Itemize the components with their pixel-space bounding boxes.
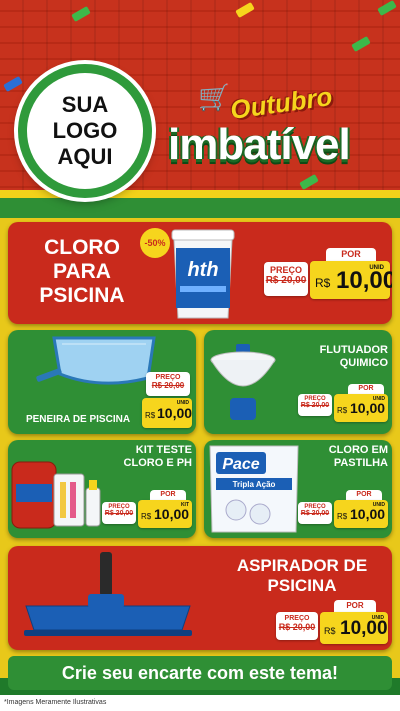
confetti-decoration	[71, 6, 91, 22]
old-price-box: PREÇO R$ 20,00	[298, 502, 332, 524]
new-price-box: R$ 10,00 UNID	[334, 394, 388, 422]
unit-label: UNID	[372, 502, 385, 508]
logo-text-line2: LOGO	[52, 118, 118, 143]
product-title: FLUTUADOR QUIMICO	[296, 344, 388, 369]
price-label: PREÇO	[269, 265, 302, 275]
por-label: POR	[334, 600, 376, 612]
pool-vacuum-icon	[24, 552, 192, 636]
product-title-line: PARA	[53, 260, 111, 284]
new-price: 10,00	[350, 400, 386, 416]
price-label: PREÇO	[155, 374, 181, 381]
por-label: POR	[326, 248, 376, 261]
product-title-line: QUIMICO	[339, 356, 388, 369]
old-price-box: PREÇO R$ 20,00	[146, 372, 190, 396]
product-title: KIT TESTE CLORO E PH	[104, 444, 192, 469]
old-price-box: PREÇO R$ 20,00	[264, 262, 308, 296]
unit-label: UNID	[369, 265, 384, 271]
new-price-box: R$ 10,00 UNID	[310, 261, 392, 299]
product-card-pastilha[interactable]: Pace Tripla Ação CLORO EM PASTILHA POR P…	[204, 440, 392, 538]
confetti-decoration	[3, 76, 23, 92]
old-price: R$ 20,00	[300, 510, 330, 517]
header-green-band	[0, 196, 400, 218]
chlorine-tablet-bag-icon: Pace Tripla Ação	[209, 445, 299, 533]
new-price-box: R$ 10,00 UNID	[142, 398, 192, 428]
currency-symbol: R$	[315, 276, 331, 290]
product-card-aspirador[interactable]: ASPIRADOR DE PSICINA POR PREÇO R$ 20,00 …	[8, 546, 392, 650]
old-price: R$ 20,00	[104, 510, 134, 517]
shopping-cart-icon: 🛒	[198, 82, 231, 112]
currency-symbol: R$	[324, 626, 336, 636]
new-price: 10,00	[340, 618, 388, 639]
pool-skimmer-icon	[36, 336, 156, 385]
por-label: POR	[346, 490, 382, 500]
confetti-decoration	[351, 36, 371, 52]
logo-text-line1: SUA	[61, 92, 109, 117]
footnote: *Imagens Meramente Ilustrativas	[0, 695, 400, 711]
product-title-line: CLORO E PH	[123, 456, 192, 469]
brand-hth: hth	[187, 259, 218, 281]
discount-badge: -50%	[140, 228, 170, 258]
chlorine-bucket-icon: hth	[171, 229, 235, 319]
logo-placeholder[interactable]: SUA LOGO AQUI	[18, 64, 152, 198]
old-price-box: PREÇO R$ 20,00	[102, 502, 136, 524]
promo-title: 🛒 Outubro imbatível	[168, 81, 388, 182]
new-price: 10,00	[157, 405, 193, 421]
product-card-cloro[interactable]: CLORO PARA PSICINA -50% hth PREÇO R$ 20,…	[8, 222, 392, 324]
product-title: ASPIRADOR DE PSICINA	[220, 556, 384, 595]
unit-label: UNID	[371, 615, 384, 621]
product-title-line: CLORO EM	[328, 444, 388, 456]
old-price: R$ 20,00	[300, 402, 330, 409]
old-price: R$ 20,00	[265, 275, 307, 286]
logo-text-line3: AQUI	[57, 144, 113, 169]
price-label: PREÇO	[284, 615, 310, 622]
confetti-decoration	[235, 2, 255, 18]
new-price: 10,00	[350, 506, 386, 522]
product-title-line: CLORO	[44, 236, 120, 259]
brand-pace: Pace	[222, 456, 259, 473]
new-price-box: R$ 10,00 UNID	[334, 500, 388, 528]
product-title-line: PSICINA	[39, 284, 125, 308]
product-title-line: ASPIRADOR DE	[236, 556, 368, 575]
old-price-box: PREÇO R$ 20,00	[276, 612, 318, 640]
new-price-box: R$ 10,00 KIT	[138, 500, 192, 528]
unit-label: UNID	[372, 396, 385, 402]
product-title-line: FLUTUADOR	[319, 344, 388, 356]
old-price: R$ 20,00	[278, 622, 316, 632]
currency-symbol: R$	[337, 512, 348, 521]
old-price-box: PREÇO R$ 20,00	[298, 394, 332, 416]
unit-label: UNID	[176, 400, 189, 406]
currency-symbol: R$	[145, 411, 156, 420]
unit-label: KIT	[180, 502, 189, 508]
product-title: CLORO EM PASTILHA	[300, 444, 388, 469]
product-title-line: KIT TESTE	[135, 444, 192, 456]
brand-subtitle: Tripla Ação	[233, 480, 276, 489]
por-label: POR	[150, 490, 186, 500]
promo-title-bottom: imbatível	[168, 120, 351, 169]
chemical-floater-icon	[210, 344, 276, 420]
product-card-kit-teste[interactable]: KIT TESTE CLORO E PH POR PREÇO R$ 20,00 …	[8, 440, 196, 538]
por-label: POR	[348, 384, 384, 394]
product-title-line: PASTILHA	[333, 456, 388, 469]
test-kit-icon	[11, 461, 101, 529]
new-price: 10,00	[336, 267, 392, 294]
product-card-flutuador[interactable]: FLUTUADOR QUIMICO POR PREÇO R$ 20,00 R$ …	[204, 330, 392, 434]
new-price: 10,00	[154, 506, 190, 522]
product-title: CLORO PARA PSICINA	[22, 236, 142, 308]
currency-symbol: R$	[141, 512, 152, 521]
product-title-line: PSICINA	[267, 575, 337, 595]
old-price: R$ 20,00	[151, 381, 185, 390]
footer-banner[interactable]: Crie seu encarte com este tema!	[8, 656, 392, 690]
product-title: PENEIRA DE PISCINA	[25, 414, 131, 425]
new-price-box: R$ 10,00 UNID	[320, 612, 388, 644]
product-card-peneira[interactable]: PENEIRA DE PISCINA PREÇO R$ 20,00 R$ 10,…	[8, 330, 196, 434]
confetti-decoration	[377, 0, 397, 16]
currency-symbol: R$	[337, 406, 348, 415]
